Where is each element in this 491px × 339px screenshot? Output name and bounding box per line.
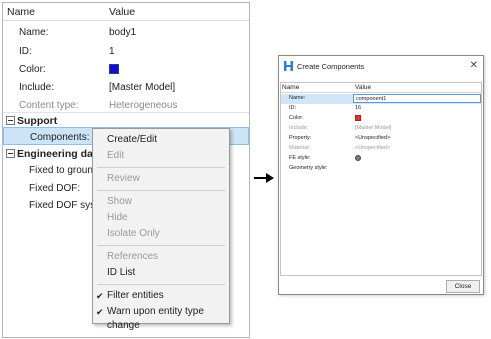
group-label: Engineering data bbox=[17, 148, 103, 160]
property-value: [Master Model] bbox=[355, 125, 392, 131]
property-label: Fixed to ground: bbox=[29, 165, 102, 176]
menu-item-isolate-only[interactable]: Isolate Only bbox=[107, 227, 160, 241]
grid-header: Name Value bbox=[3, 3, 249, 21]
property-value: <Unspecified> bbox=[355, 135, 391, 141]
dialog-row-id[interactable]: ID: 16 bbox=[281, 104, 481, 114]
color-swatch[interactable] bbox=[109, 64, 119, 74]
property-label: ID: bbox=[19, 46, 32, 57]
dialog-row-geometry-style[interactable]: Geometry style: bbox=[281, 164, 481, 174]
context-menu: Create/Edit Edit Review Show Hide Isolat… bbox=[92, 128, 230, 331]
menu-item-review[interactable]: Review bbox=[107, 172, 140, 186]
menu-separator bbox=[97, 190, 225, 191]
dialog-row-color[interactable]: Color: bbox=[281, 114, 481, 124]
menu-item-create-edit[interactable]: Create/Edit bbox=[107, 133, 157, 147]
property-value: [Master Model] bbox=[109, 82, 176, 93]
menu-separator bbox=[97, 284, 225, 285]
property-label: Include: bbox=[19, 82, 55, 93]
dialog-titlebar[interactable]: Create Components ✕ bbox=[279, 56, 483, 76]
group-label: Support bbox=[17, 115, 58, 127]
property-label: Name: bbox=[19, 27, 49, 38]
collapse-icon[interactable] bbox=[6, 116, 15, 125]
menu-item-id-list[interactable]: ID List bbox=[107, 266, 135, 280]
name-column-header: Name bbox=[282, 84, 300, 91]
property-label: Include: bbox=[289, 125, 309, 131]
property-label: Property: bbox=[289, 135, 312, 141]
component-name-input[interactable]: component1 bbox=[353, 94, 481, 103]
name-column-header: Name bbox=[7, 6, 36, 18]
menu-item-edit[interactable]: Edit bbox=[107, 149, 124, 163]
dialog-row-fe-style[interactable]: FE style: bbox=[281, 154, 481, 164]
menu-item-warn-entity-type-change[interactable]: Warn upon entity type change bbox=[107, 305, 229, 331]
dialog-row-material: Material: <Unspecified> bbox=[281, 144, 481, 154]
property-label: Color: bbox=[289, 115, 304, 121]
menu-item-show[interactable]: Show bbox=[107, 195, 132, 209]
fe-style-icon[interactable] bbox=[355, 155, 361, 161]
menu-separator bbox=[97, 167, 225, 168]
checkmark-icon: ✔ bbox=[96, 291, 104, 301]
property-label: Fixed DOF: bbox=[29, 183, 81, 194]
property-value: 1 bbox=[109, 46, 115, 57]
menu-item-hide[interactable]: Hide bbox=[107, 211, 128, 225]
value-column-header: Value bbox=[109, 6, 136, 18]
property-label: ID: bbox=[289, 105, 297, 111]
property-value: Heterogeneous bbox=[109, 100, 178, 111]
dialog-table-header: Name Value bbox=[281, 83, 481, 93]
menu-item-references[interactable]: References bbox=[107, 250, 158, 264]
menu-item-filter-entities[interactable]: Filter entities bbox=[107, 289, 164, 303]
menu-separator bbox=[97, 245, 225, 246]
property-row-name[interactable]: Name: body1 bbox=[3, 23, 249, 41]
property-label: Components: bbox=[30, 132, 90, 143]
checkmark-icon: ✔ bbox=[96, 307, 104, 317]
dialog-row-include: Include: [Master Model] bbox=[281, 124, 481, 134]
create-components-dialog: Create Components ✕ Name Value Name: com… bbox=[278, 55, 484, 295]
property-value: body1 bbox=[109, 27, 137, 38]
property-value: 16 bbox=[355, 105, 362, 111]
property-row-include[interactable]: Include: [Master Model] bbox=[3, 78, 249, 96]
right-arrow-icon bbox=[254, 173, 274, 183]
dialog-row-name[interactable]: Name: component1 bbox=[281, 94, 481, 104]
app-logo-icon bbox=[284, 61, 293, 71]
property-label: Material: bbox=[289, 145, 311, 151]
property-label: Content type: bbox=[19, 100, 79, 111]
property-row-color[interactable]: Color: bbox=[3, 60, 249, 78]
dialog-row-property[interactable]: Property: <Unspecified> bbox=[281, 134, 481, 144]
collapse-icon[interactable] bbox=[6, 149, 15, 158]
close-button[interactable]: Close bbox=[446, 280, 480, 293]
close-icon[interactable]: ✕ bbox=[470, 60, 478, 71]
property-label: FE style: bbox=[289, 155, 311, 161]
property-row-id[interactable]: ID: 1 bbox=[3, 42, 249, 60]
property-label: Geometry style: bbox=[289, 165, 328, 171]
property-value: <Unspecified> bbox=[355, 145, 391, 151]
property-label: Color: bbox=[19, 64, 46, 75]
component-properties-table: Name Value Name: component1 ID: 16 Color… bbox=[280, 82, 482, 276]
dialog-title: Create Components bbox=[297, 62, 365, 71]
property-label: Name: bbox=[289, 95, 306, 101]
color-swatch[interactable] bbox=[355, 115, 361, 121]
value-column-header: Value bbox=[355, 84, 372, 91]
